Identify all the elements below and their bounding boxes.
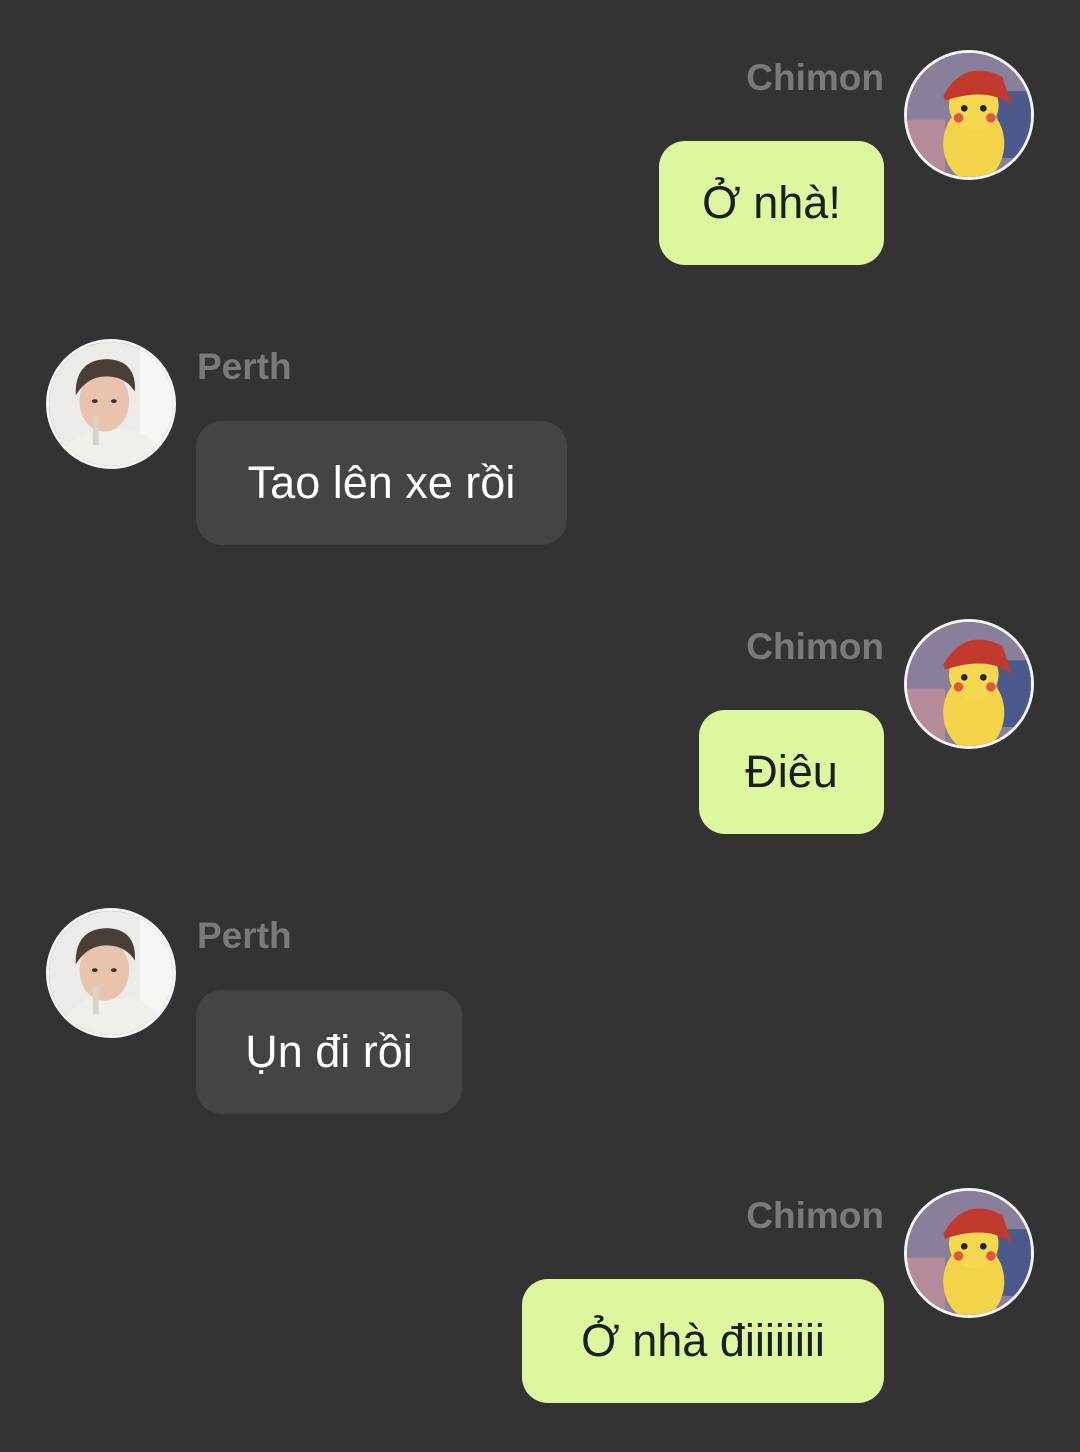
- pikachu-avatar-icon[interactable]: [904, 1188, 1034, 1318]
- sender-name: Perth: [197, 915, 292, 956]
- pikachu-avatar-icon[interactable]: [904, 619, 1034, 749]
- message-bubble[interactable]: Ụn đi rồi: [196, 990, 462, 1114]
- pikachu-avatar-icon[interactable]: [904, 50, 1034, 180]
- message-bubble[interactable]: Tao lên xe rồi: [196, 421, 567, 545]
- message-bubble[interactable]: Điêu: [699, 710, 884, 834]
- sender-name: Chimon: [746, 1195, 884, 1236]
- message-bubble[interactable]: Ở nhà!: [659, 141, 884, 265]
- sender-name: Chimon: [746, 626, 884, 667]
- sender-name: Chimon: [746, 57, 884, 98]
- chat-thread: Chimon Ở nhà! Perth Tao lên xe rồi Chimo…: [0, 0, 1080, 1452]
- person-photo-avatar-icon[interactable]: [46, 908, 176, 1038]
- message-bubble[interactable]: Ở nhà điiiiiiii: [522, 1279, 884, 1403]
- sender-name: Perth: [197, 346, 292, 387]
- person-photo-avatar-icon[interactable]: [46, 339, 176, 469]
